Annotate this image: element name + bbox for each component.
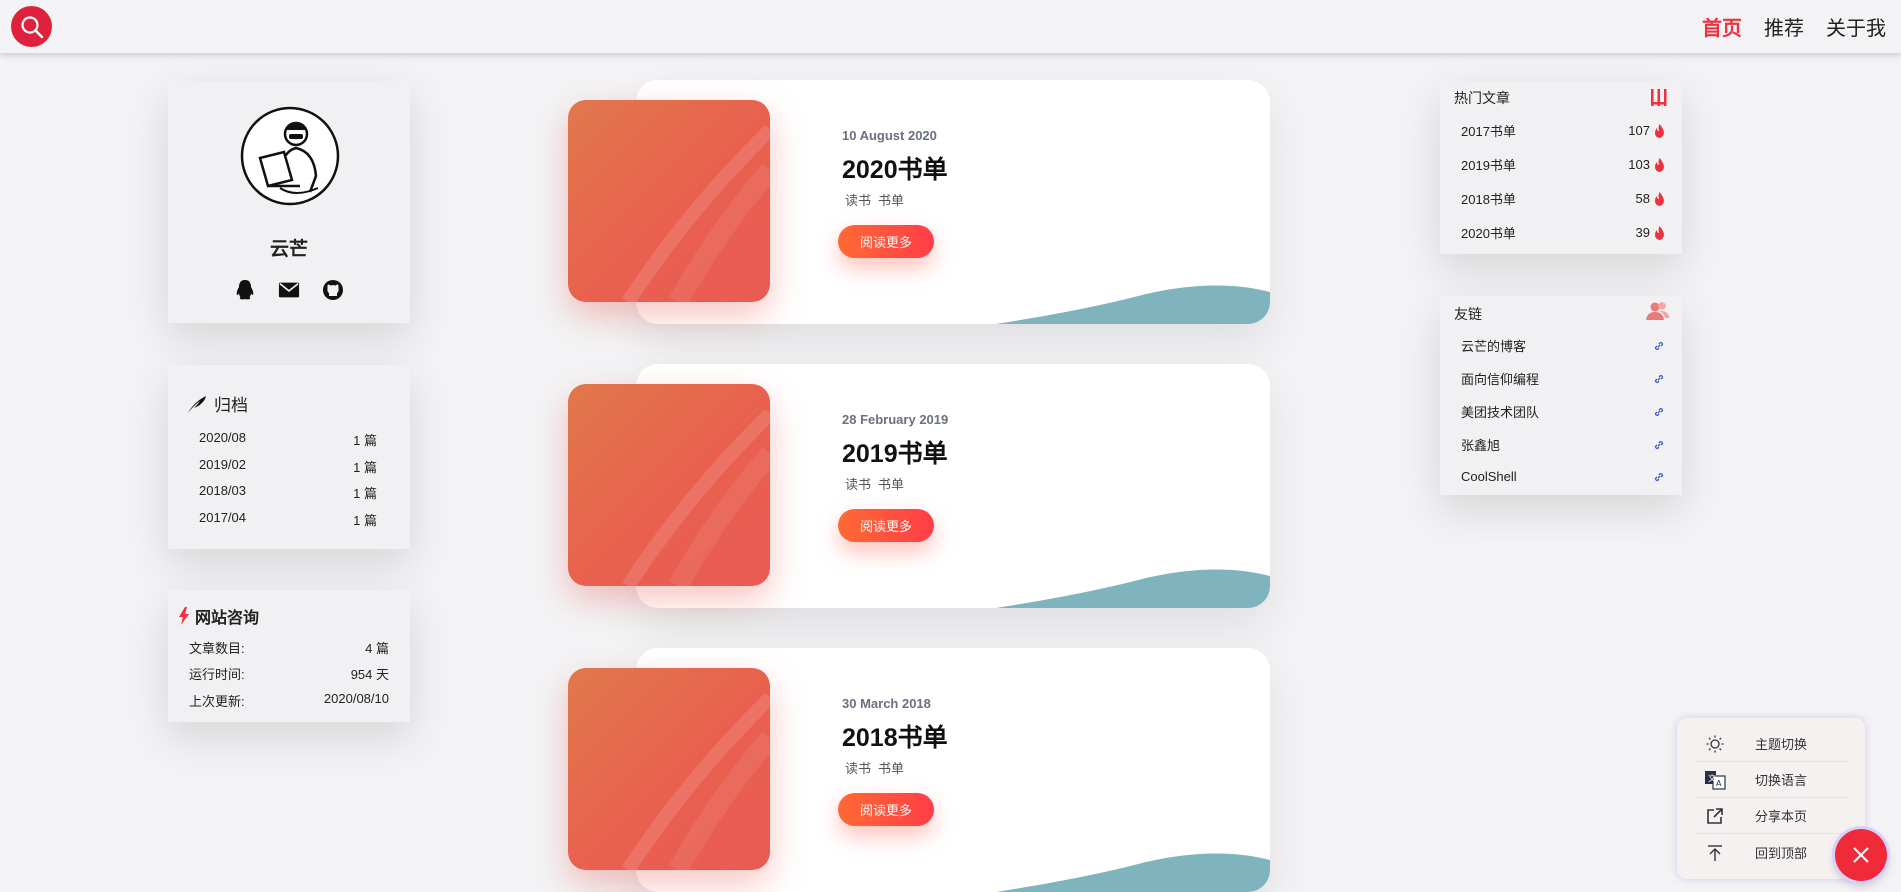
fire-icon [1655, 225, 1664, 240]
wave-decoration [996, 285, 1270, 324]
info-row-last-update: 上次更新: 2020/08/10 [189, 691, 389, 709]
archive-card: 归档 2020/08 1 篇 2019/02 1 篇 2018/03 1 篇 2017… [168, 365, 410, 549]
post-cover-image[interactable] [568, 100, 770, 302]
sun-icon [1706, 735, 1724, 752]
theme-toggle-button[interactable]: 主题切换 [1695, 726, 1849, 761]
archive-row[interactable]: 2020/08 1 篇 [199, 430, 377, 449]
github-icon[interactable] [322, 279, 344, 301]
post-cover-image[interactable] [568, 668, 770, 870]
rank-bars-icon [1651, 89, 1667, 106]
avatar[interactable] [240, 106, 340, 206]
link-icon [1654, 341, 1664, 350]
post-tags: 读书 书单 [845, 758, 904, 777]
profile-name: 云芒 [269, 239, 308, 260]
hot-article-item[interactable]: 2018书单 58 [1461, 189, 1665, 208]
archive-row[interactable]: 2019/02 1 篇 [199, 457, 377, 476]
share-page-button[interactable]: 分享本页 [1695, 798, 1849, 833]
link-icon [1654, 374, 1664, 383]
info-row-runtime: 运行时间: 954 天 [189, 667, 389, 682]
post-title[interactable]: 2020书单 [842, 150, 948, 186]
post-tag[interactable]: 书单 [878, 474, 904, 493]
search-icon [20, 15, 43, 38]
share-icon [1707, 807, 1723, 824]
post-title[interactable]: 2019书单 [842, 434, 948, 470]
wave-decoration [996, 569, 1270, 608]
hot-article-item[interactable]: 2017书单 107 [1461, 121, 1665, 140]
wave-decoration [996, 853, 1270, 892]
search-button[interactable] [11, 6, 52, 47]
site-info-title: 网站咨询 [178, 604, 259, 628]
post-card: 10 August 2020 2020书单 读书 书单 阅读更多 [568, 80, 1270, 324]
hot-article-item[interactable]: 2019书单 103 [1461, 155, 1665, 174]
lightning-icon [179, 607, 189, 625]
friend-link-item[interactable]: 张鑫旭 [1461, 435, 1665, 454]
friend-link-item[interactable]: 美团技术团队 [1461, 402, 1665, 421]
hot-articles-card: 热门文章 2017书单 107 2019书单 103 2018书单 58 202… [1440, 81, 1682, 254]
nav-home[interactable]: 首页 [1702, 12, 1742, 41]
link-icon [1654, 407, 1664, 416]
read-more-button[interactable]: 阅读更多 [838, 793, 934, 826]
post-tag[interactable]: 读书 [845, 758, 871, 777]
menu-divider [1695, 833, 1849, 834]
top-navbar: 首页 推荐 关于我 [0, 0, 1901, 53]
hot-articles-title: 热门文章 [1454, 90, 1510, 106]
users-icon [1646, 302, 1670, 320]
post-tags: 读书 书单 [845, 474, 904, 493]
archive-row[interactable]: 2017/04 1 篇 [199, 510, 377, 529]
back-to-top-icon [1708, 844, 1722, 861]
nav-recommend[interactable]: 推荐 [1764, 12, 1804, 41]
read-more-button[interactable]: 阅读更多 [838, 509, 934, 542]
friend-link-item[interactable]: CoolShell [1461, 469, 1665, 484]
close-menu-button[interactable] [1835, 829, 1887, 881]
nav-about[interactable]: 关于我 [1826, 12, 1886, 41]
back-to-top-button[interactable]: 回到顶部 [1695, 835, 1849, 870]
friend-links-title: 友链 [1454, 306, 1482, 322]
link-icon [1654, 440, 1664, 449]
post-date: 10 August 2020 [842, 128, 937, 143]
post-tag[interactable]: 书单 [878, 758, 904, 777]
close-icon [1853, 847, 1869, 863]
post-tag[interactable]: 书单 [878, 190, 904, 209]
translate-icon: 文A [1705, 770, 1726, 790]
site-info-card: 网站咨询 文章数目: 4 篇 运行时间: 954 天 上次更新: 2020/08/10 [168, 590, 410, 722]
svg-text:文: 文 [1708, 773, 1716, 783]
friend-link-item[interactable]: 面向信仰编程 [1461, 369, 1665, 388]
hot-article-item[interactable]: 2020书单 39 [1461, 223, 1665, 242]
link-icon [1654, 472, 1664, 481]
post-cover-image[interactable] [568, 384, 770, 586]
post-card: 30 March 2018 2018书单 读书 书单 阅读更多 [568, 648, 1270, 892]
fire-icon [1655, 123, 1664, 138]
feather-icon [188, 395, 206, 413]
post-tag[interactable]: 读书 [845, 190, 871, 209]
archive-row[interactable]: 2018/03 1 篇 [199, 483, 377, 502]
profile-card: 云芒 [168, 81, 410, 323]
main-nav: 首页 推荐 关于我 [1702, 12, 1886, 41]
read-more-button[interactable]: 阅读更多 [838, 225, 934, 258]
friend-links-card: 友链 云芒的博客 面向信仰编程 美团技术团队 张鑫旭 CoolShell [1440, 296, 1682, 495]
post-card: 28 February 2019 2019书单 读书 书单 阅读更多 [568, 364, 1270, 608]
info-row-article-count: 文章数目: 4 篇 [189, 641, 389, 656]
language-switch-button[interactable]: 文A 切换语言 [1695, 762, 1849, 797]
archive-title: 归档 [186, 391, 248, 416]
friend-link-item[interactable]: 云芒的博客 [1461, 336, 1665, 355]
fire-icon [1655, 191, 1664, 206]
post-tags: 读书 书单 [845, 190, 904, 209]
post-date: 30 March 2018 [842, 696, 931, 711]
post-title[interactable]: 2018书单 [842, 718, 948, 754]
qq-icon[interactable] [234, 279, 256, 301]
post-tag[interactable]: 读书 [845, 474, 871, 493]
mail-icon[interactable] [278, 279, 300, 301]
fire-icon [1655, 157, 1664, 172]
post-date: 28 February 2019 [842, 412, 949, 427]
svg-text:A: A [1716, 779, 1722, 788]
social-links [168, 279, 410, 301]
